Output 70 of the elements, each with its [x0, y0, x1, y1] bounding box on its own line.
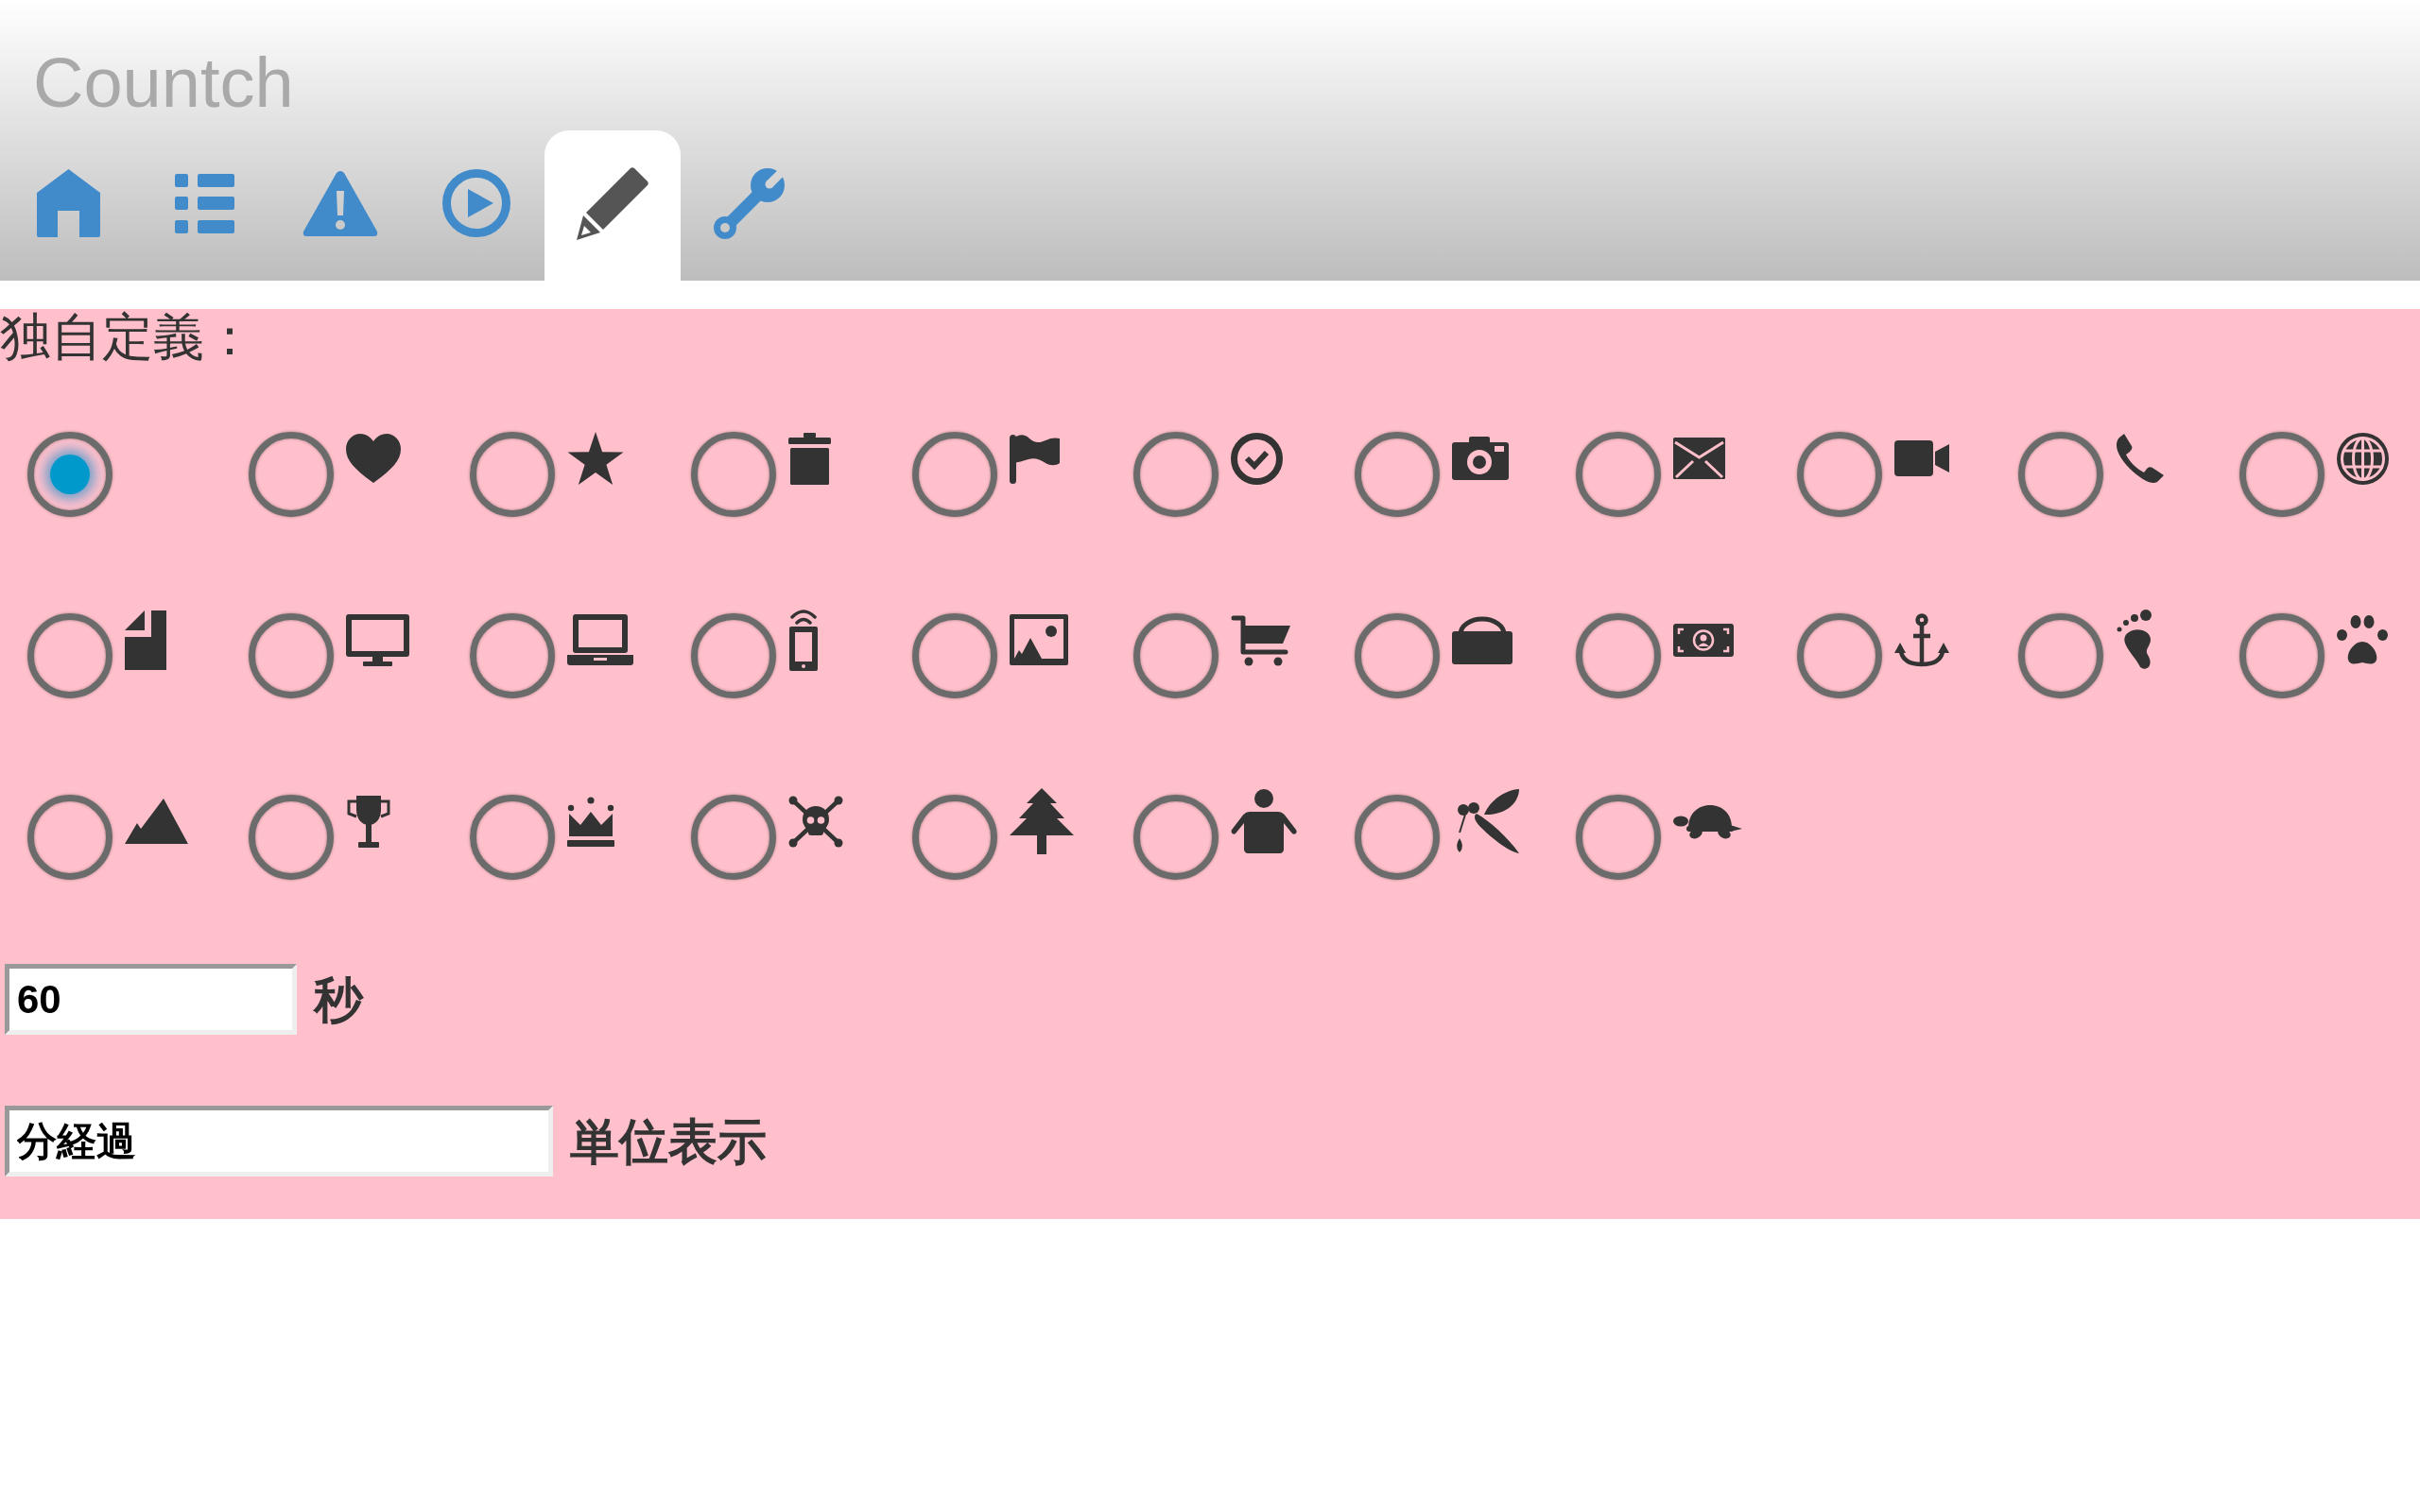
- camera-icon: [1452, 437, 1509, 480]
- radio-button[interactable]: [1797, 613, 1882, 698]
- radio-button[interactable]: [1797, 432, 1882, 517]
- turtle-icon: [1673, 802, 1742, 840]
- skull-crossbones-icon: [788, 795, 843, 848]
- footprint-icon: [2116, 610, 2152, 670]
- laptop-icon: [567, 614, 633, 665]
- radio-button[interactable]: [2239, 432, 2325, 517]
- home-icon: [36, 169, 100, 237]
- app-title: Countch: [33, 46, 294, 120]
- paw-icon: [2337, 614, 2388, 665]
- radio-button[interactable]: [691, 613, 776, 698]
- monitor-icon: [346, 613, 409, 666]
- mountain-icon: [125, 799, 188, 844]
- globe-icon: [2337, 432, 2389, 485]
- radio-button[interactable]: [470, 432, 555, 517]
- radio-button[interactable]: [249, 613, 334, 698]
- radio-button[interactable]: [691, 432, 776, 517]
- cart-icon: [1231, 613, 1290, 666]
- flag-icon: [1010, 433, 1060, 484]
- image-icon: [1010, 614, 1068, 665]
- pencil-icon: [577, 166, 648, 240]
- radio-button[interactable]: [912, 795, 997, 880]
- radio-button[interactable]: [691, 795, 776, 880]
- phone-icon: [2116, 434, 2164, 483]
- list-icon: [174, 173, 234, 233]
- radio-button[interactable]: [249, 432, 334, 517]
- radio-button[interactable]: [470, 613, 555, 698]
- radio-button[interactable]: [27, 795, 112, 880]
- radio-button[interactable]: [470, 795, 555, 880]
- radio-button[interactable]: [1576, 432, 1661, 517]
- tree-icon: [1010, 788, 1074, 854]
- radio-button[interactable]: [912, 613, 997, 698]
- radio-button[interactable]: [1133, 795, 1219, 880]
- document-icon: [125, 610, 166, 670]
- radio-button[interactable]: [2018, 613, 2103, 698]
- mobile-signal-icon: [788, 609, 819, 671]
- radio-button[interactable]: [1355, 613, 1440, 698]
- radio-button[interactable]: [2018, 432, 2103, 517]
- unit-label: 秒: [314, 971, 363, 1028]
- anchor-icon: [1894, 612, 1949, 667]
- trophy-icon: [346, 795, 391, 848]
- radio-button[interactable]: [2239, 613, 2325, 698]
- radio-button[interactable]: [1576, 613, 1661, 698]
- envelope-icon: [1673, 438, 1725, 479]
- radio-button[interactable]: [1576, 795, 1661, 880]
- radio-button[interactable]: [1355, 795, 1440, 880]
- banknote-icon: [1673, 623, 1734, 657]
- radio-button[interactable]: [1133, 613, 1219, 698]
- radio-button[interactable]: [27, 613, 112, 698]
- star-icon: [567, 431, 624, 486]
- radio-button[interactable]: [1133, 432, 1219, 517]
- section-label: 独自定義：: [0, 309, 255, 366]
- radio-button[interactable]: [912, 432, 997, 517]
- play-icon: [442, 169, 510, 237]
- tab[interactable]: [544, 130, 681, 281]
- check-circle-icon: [1231, 432, 1283, 485]
- warning-icon: [302, 170, 378, 236]
- input-field[interactable]: 60: [5, 964, 297, 1035]
- crown-icon: [567, 796, 614, 847]
- field-label: 単位表示: [570, 1112, 767, 1170]
- radio-button[interactable]: [27, 432, 112, 517]
- video-camera-icon: [1894, 440, 1949, 476]
- person-icon: [1231, 789, 1297, 853]
- radio-button[interactable]: [1355, 432, 1440, 517]
- trash-icon: [788, 432, 831, 485]
- radio-button[interactable]: [249, 795, 334, 880]
- wrench-icon: [713, 167, 785, 239]
- heart-icon: [346, 434, 401, 483]
- bag-icon: [1452, 615, 1512, 664]
